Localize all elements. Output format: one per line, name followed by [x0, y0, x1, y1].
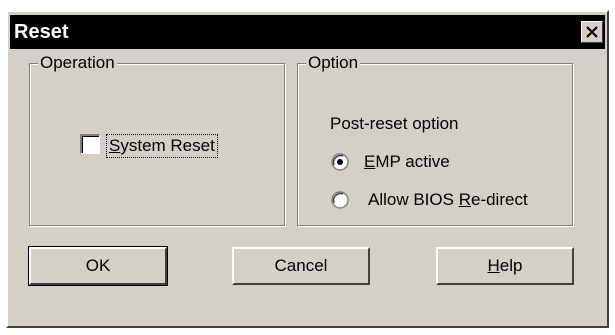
- option-group-label: Option: [306, 53, 361, 73]
- close-icon: [586, 26, 598, 38]
- post-reset-caption: Post-reset option: [330, 114, 459, 133]
- cancel-button[interactable]: Cancel: [232, 247, 370, 285]
- emp-mnemonic: E: [364, 152, 376, 171]
- help-mnemonic: H: [487, 256, 500, 275]
- operation-group-label: Operation: [38, 53, 117, 73]
- window-title: Reset: [14, 21, 69, 43]
- help-button[interactable]: Help: [436, 247, 574, 285]
- system-reset-checkbox[interactable]: [80, 134, 100, 154]
- help-label-rest: elp: [499, 256, 523, 275]
- ok-button[interactable]: OK: [29, 247, 167, 285]
- radio-allow-bios-redirect-label[interactable]: Allow BIOS Re-direct: [368, 189, 528, 211]
- title-bar[interactable]: Reset: [10, 15, 605, 49]
- radio-emp-active-label[interactable]: EMP active: [364, 151, 450, 173]
- redirect-mnemonic: R: [458, 190, 471, 209]
- system-reset-label[interactable]: System Reset: [106, 134, 218, 158]
- radio-selected-icon[interactable]: [331, 153, 349, 171]
- system-reset-mnemonic: S: [109, 136, 121, 155]
- radio-unselected-icon[interactable]: [331, 191, 349, 209]
- close-button[interactable]: [581, 21, 603, 43]
